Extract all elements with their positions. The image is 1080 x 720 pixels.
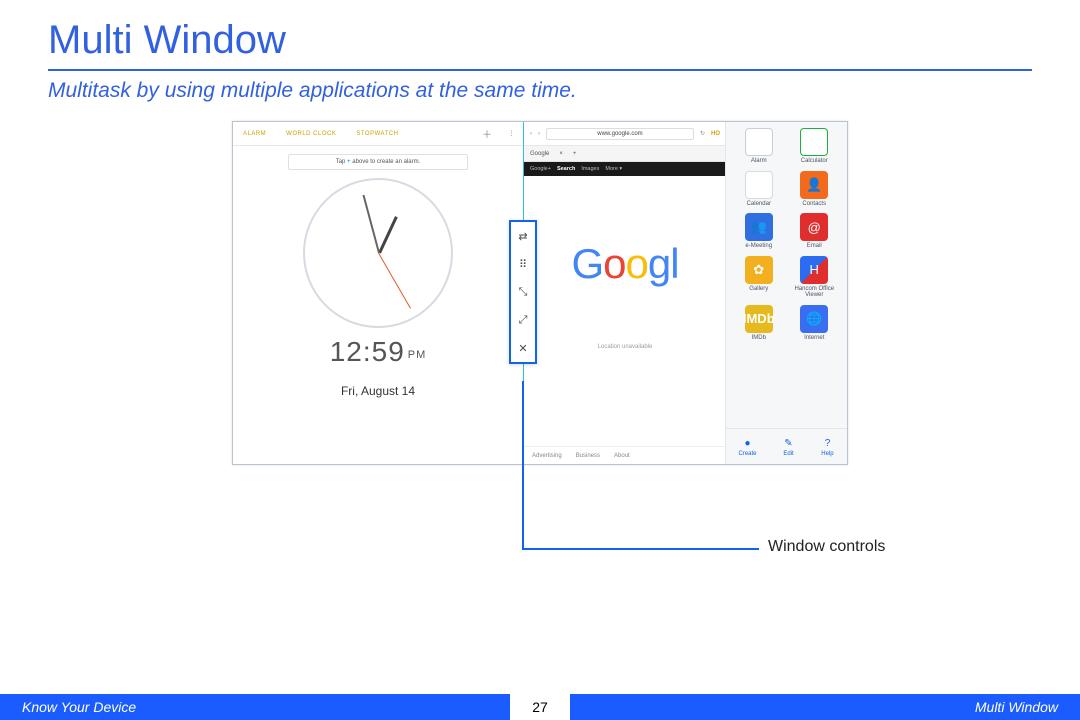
location-status: Location unavailable [524, 344, 726, 350]
google-logo: Googl [524, 240, 726, 288]
browser-app: ‹ › www.google.com ↻ HO Google × + Googl… [524, 122, 727, 464]
callout-label: Window controls [768, 538, 885, 556]
app-label: Calendar [732, 201, 786, 208]
forward-icon[interactable]: › [538, 131, 540, 137]
browser-tab[interactable]: Google [530, 151, 549, 157]
app-label: Calculator [788, 158, 842, 165]
tray-app-contacts[interactable]: 👤 Contacts [788, 171, 842, 208]
more-icon[interactable]: ⋮ [499, 130, 524, 137]
app-icon: 👤 [800, 171, 828, 199]
logo-o1: o [603, 240, 625, 287]
tray-app-gallery[interactable]: ✿ Gallery [732, 256, 786, 299]
tab-alarm[interactable]: ALARM [233, 131, 276, 137]
time-value: 12:59 [330, 336, 405, 367]
home-button[interactable]: HO [711, 131, 720, 137]
help-label: Help [821, 451, 833, 457]
title-rule [48, 69, 1032, 71]
address-bar[interactable]: www.google.com [546, 128, 694, 140]
tray-app-imdb[interactable]: IMDb IMDb [732, 305, 786, 342]
about-link[interactable]: About [614, 453, 630, 459]
logo-g: G [571, 240, 603, 287]
callout-line [522, 548, 759, 550]
advertising-link[interactable]: Advertising [532, 453, 562, 459]
hint-pre: Tap [336, 159, 347, 165]
search-link[interactable]: Search [557, 166, 575, 172]
clock-app: ALARM WORLD CLOCK STOPWATCH ＋ ⋮ Tap + ab… [233, 122, 523, 464]
page-footer: Know Your Device 27 Multi Window [0, 694, 1080, 720]
back-icon[interactable]: ‹ [530, 131, 532, 137]
device-screenshot: ALARM WORLD CLOCK STOPWATCH ＋ ⋮ Tap + ab… [232, 121, 848, 465]
app-label: e-Meeting [732, 243, 786, 250]
help-icon: ? [820, 436, 834, 450]
app-icon: @ [800, 213, 828, 241]
tray-app-internet[interactable]: 🌐 Internet [788, 305, 842, 342]
clock-tabs: ALARM WORLD CLOCK STOPWATCH ＋ ⋮ [233, 122, 523, 146]
tray-grid: ◷ Alarm ± Calculator 31 Calendar 👤 Contacts 👥 e-M… [726, 122, 847, 342]
footer-left: Know Your Device [0, 699, 510, 715]
app-label: Hancom Office Viewer [788, 286, 842, 299]
edit-label: Edit [783, 451, 793, 457]
create-icon: ● [740, 436, 754, 450]
create-label: Create [738, 451, 756, 457]
app-icon: 👥 [745, 213, 773, 241]
edit-button[interactable]: ✎Edit [781, 436, 795, 457]
browser-toolbar: ‹ › www.google.com ↻ HO [524, 122, 726, 146]
images-link[interactable]: Images [581, 166, 599, 172]
refresh-icon[interactable]: ↻ [700, 130, 705, 137]
edit-icon: ✎ [781, 436, 795, 450]
app-icon: H [800, 256, 828, 284]
app-icon: 🌐 [800, 305, 828, 333]
tray-bottom-bar: ●Create ✎Edit ?Help [726, 428, 847, 464]
app-label: Contacts [788, 201, 842, 208]
browser-footer: Advertising Business About [524, 446, 726, 464]
app-icon: ◷ [745, 128, 773, 156]
tray-app-calculator[interactable]: ± Calculator [788, 128, 842, 165]
footer-right: Multi Window [570, 699, 1080, 715]
digital-time: 12:59PM [233, 336, 523, 368]
tray-app-alarm[interactable]: ◷ Alarm [732, 128, 786, 165]
app-icon: 31 [745, 171, 773, 199]
logo-l: l [670, 240, 678, 287]
alarm-hint: Tap + above to create an alarm. [288, 154, 468, 170]
tray-app-e-meeting[interactable]: 👥 e-Meeting [732, 213, 786, 250]
browser-tabbar: Google × + [524, 146, 726, 162]
clock-face [303, 178, 453, 328]
tab-stopwatch[interactable]: STOPWATCH [346, 131, 408, 137]
google-nav: Google+ Search Images More ▾ [524, 162, 726, 176]
app-label: Email [788, 243, 842, 250]
app-label: IMDb [732, 335, 786, 342]
app-label: Alarm [732, 158, 786, 165]
tray-app-hancom-office-viewer[interactable]: H Hancom Office Viewer [788, 256, 842, 299]
page-title: Multi Window [0, 0, 1080, 69]
hour-hand [378, 216, 398, 254]
more-link[interactable]: More ▾ [605, 166, 622, 172]
tray-app-calendar[interactable]: 31 Calendar [732, 171, 786, 208]
hint-post: above to create an alarm. [351, 159, 421, 165]
tray-app-email[interactable]: @ Email [788, 213, 842, 250]
app-label: Gallery [732, 286, 786, 293]
time-ampm: PM [408, 349, 427, 361]
logo-o2: o [625, 240, 647, 287]
callout-line [522, 381, 524, 548]
app-icon: ✿ [745, 256, 773, 284]
second-hand [378, 253, 411, 309]
app-label: Internet [788, 335, 842, 342]
new-tab-icon[interactable]: + [573, 151, 577, 157]
date-label: Fri, August 14 [233, 384, 523, 398]
add-icon[interactable]: ＋ [476, 126, 499, 141]
multiwindow-tray: ◷ Alarm ± Calculator 31 Calendar 👤 Contacts 👥 e-M… [725, 122, 847, 464]
app-icon: IMDb [745, 305, 773, 333]
app-icon: ± [800, 128, 828, 156]
create-button[interactable]: ●Create [738, 436, 756, 457]
minute-hand [363, 195, 380, 253]
page-subtitle: Multitask by using multiple applications… [0, 79, 1080, 121]
googleplus-link[interactable]: Google+ [530, 166, 551, 172]
tab-world-clock[interactable]: WORLD CLOCK [276, 131, 346, 137]
logo-g2: g [648, 240, 670, 287]
footer-page-number: 27 [510, 694, 570, 720]
help-button[interactable]: ?Help [820, 436, 834, 457]
business-link[interactable]: Business [576, 453, 600, 459]
tab-close-icon[interactable]: × [559, 151, 563, 157]
